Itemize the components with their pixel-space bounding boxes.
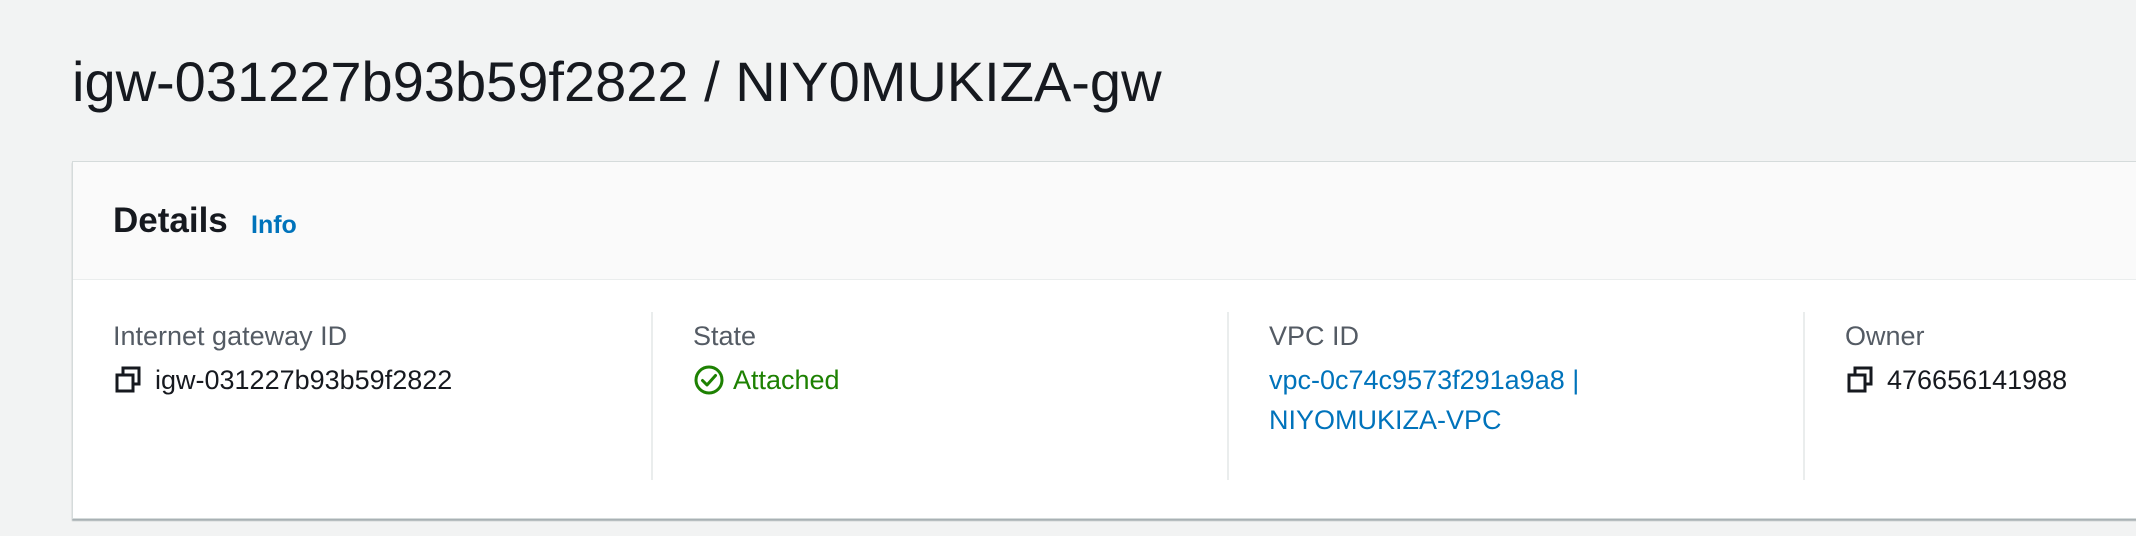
owner-value: 476656141988 <box>1887 365 2068 395</box>
state-label: State <box>693 321 757 351</box>
vpc-id-link-line1: vpc-0c74c9573f291a9a8 | <box>1269 365 1580 395</box>
vpc-id-label: VPC ID <box>1269 321 1360 351</box>
page-title: igw-031227b93b59f2822 / NIY0MUKIZA-gw <box>72 50 1162 113</box>
owner-label: Owner <box>1845 321 1925 351</box>
copy-icon[interactable] <box>113 365 143 395</box>
state-value: Attached <box>733 365 840 395</box>
state-value-row: Attached <box>693 360 1226 400</box>
vpc-id-link[interactable]: vpc-0c74c9573f291a9a8 | NIYOMUKIZA-VPC <box>1269 360 1804 440</box>
details-container: Details Info Internet gateway ID igw-031… <box>72 161 2136 519</box>
gateway-id-value-row: igw-031227b93b59f2822 <box>113 360 653 400</box>
vpc-id-link-line2: NIYOMUKIZA-VPC <box>1269 405 1502 435</box>
gateway-id-label: Internet gateway ID <box>113 321 348 351</box>
details-header: Details Info <box>73 162 2136 280</box>
field-owner: Owner 476656141988 <box>1803 312 2136 480</box>
copy-icon[interactable] <box>1845 365 1875 395</box>
info-link[interactable]: Info <box>251 209 297 241</box>
owner-value-row: 476656141988 <box>1845 360 2136 400</box>
status-success-icon <box>694 365 724 395</box>
details-title: Details <box>113 201 228 240</box>
field-gateway-id: Internet gateway ID igw-031227b93b59f282… <box>113 312 653 480</box>
field-vpc-id: VPC ID vpc-0c74c9573f291a9a8 | NIYOMUKIZ… <box>1227 312 1804 480</box>
field-state: State Attached <box>651 312 1226 480</box>
gateway-id-value: igw-031227b93b59f2822 <box>155 365 453 395</box>
details-columns: Internet gateway ID igw-031227b93b59f282… <box>73 280 2136 518</box>
